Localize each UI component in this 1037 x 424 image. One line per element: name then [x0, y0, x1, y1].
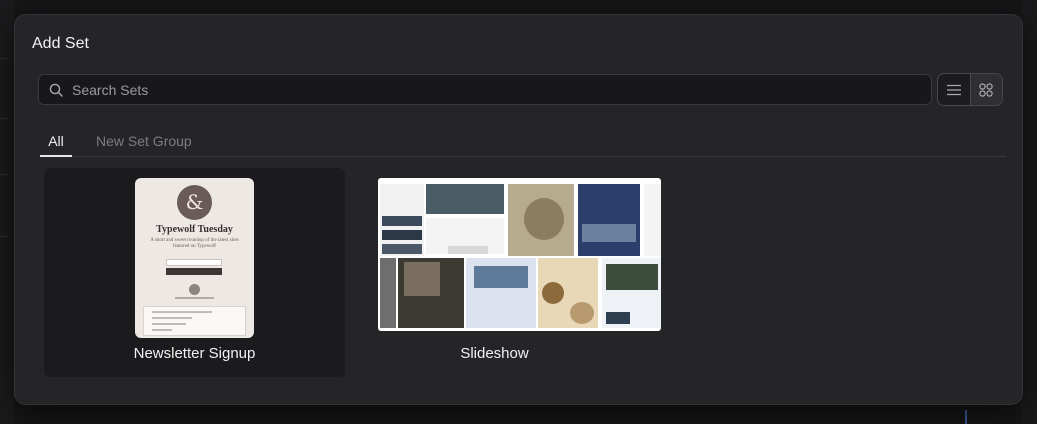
set-label: Newsletter Signup [133, 345, 256, 362]
preview-title: Typewolf Tuesday [156, 224, 233, 235]
background-indicator [965, 410, 967, 424]
add-set-dialog: Add Set All New Set Group [14, 14, 1023, 405]
background-divider [0, 236, 8, 237]
preview-email-panel [143, 306, 246, 336]
background-panel-right [965, 0, 1037, 424]
newsletter-preview-thumbnail: & Typewolf Tuesday A short and sweet rou… [135, 178, 254, 338]
background-sidebar [0, 0, 14, 424]
background-divider [0, 118, 8, 119]
set-card-slideshow[interactable]: Slideshow [344, 168, 661, 377]
list-icon [946, 84, 961, 95]
background-divider [0, 174, 8, 175]
preview-caption-line [175, 297, 214, 299]
preview-subscribe-button [166, 268, 222, 275]
preview-email-field [166, 259, 222, 266]
set-label: Slideshow [460, 345, 529, 362]
search-icon [49, 83, 63, 97]
grid-icon [979, 82, 993, 97]
grid-view-button[interactable] [969, 74, 1002, 105]
tab-all[interactable]: All [40, 133, 72, 157]
preview-avatar [189, 284, 200, 295]
slideshow-preview-thumbnail [378, 178, 661, 331]
tab-new-set-group[interactable]: New Set Group [96, 133, 192, 157]
search-input[interactable] [72, 75, 931, 104]
search-bar[interactable] [38, 74, 932, 105]
ampersand-logo: & [177, 185, 212, 220]
background-divider [0, 58, 8, 59]
view-toggle [937, 73, 1003, 106]
set-card-newsletter-signup[interactable]: & Typewolf Tuesday A short and sweet rou… [44, 168, 345, 377]
preview-subtitle: A short and sweet roundup of the latest … [150, 238, 239, 249]
set-group-tabs: All New Set Group [39, 133, 1006, 157]
dialog-title: Add Set [32, 35, 89, 52]
list-view-button[interactable] [938, 74, 970, 105]
